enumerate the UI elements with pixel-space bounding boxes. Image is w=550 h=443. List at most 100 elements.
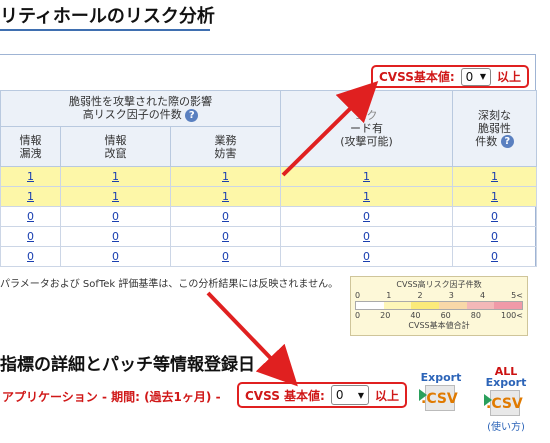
legend-swatch xyxy=(466,302,495,309)
page-title: リティホールのリスク分析 xyxy=(0,6,215,27)
impact-group-label: 高リスク因子の件数 xyxy=(82,108,182,122)
cvss-select-bottom[interactable]: 0 ▼ xyxy=(330,385,369,405)
severe-line2: 脆弱性 xyxy=(478,121,511,135)
count-link[interactable]: 0 xyxy=(222,230,229,243)
count-link[interactable]: 0 xyxy=(112,230,119,243)
table-cell: 1 xyxy=(0,166,61,187)
table-cell: 0 xyxy=(280,226,453,247)
legend-tick: 4 xyxy=(479,291,486,300)
cvss-filter-bottom: CVSS 基本値: 0 ▼ 以上 xyxy=(237,382,407,408)
risk-table: 脆弱性を攻撃された際の影響 高リスク因子の件数 ? エク ード有 (攻撃可能) … xyxy=(0,90,537,267)
table-cell: 0 xyxy=(60,206,171,227)
table-cell: 0 xyxy=(0,226,61,247)
count-link[interactable]: 0 xyxy=(222,250,229,263)
count-link[interactable]: 1 xyxy=(491,170,498,183)
count-link[interactable]: 0 xyxy=(363,250,370,263)
section-heading: 指標の詳細とパッチ等情報登録日 xyxy=(0,355,255,375)
table-row: 0 0 0 0 0 xyxy=(0,226,537,247)
cvss-label: CVSS基本値: xyxy=(379,70,455,84)
exploit-col-line1: エク xyxy=(355,109,378,122)
cvss-filter-top: CVSS基本値: 0 ▼ 以上 xyxy=(371,65,529,88)
export-csv-button[interactable]: Export .CSV xyxy=(416,372,466,411)
impact-group-header: 脆弱性を攻撃された際の影響 高リスク因子の件数 ? xyxy=(0,90,281,127)
legend-tick: 20 xyxy=(380,311,391,320)
table-cell: 0 xyxy=(452,226,537,247)
table-row: 0 0 0 0 0 xyxy=(0,246,537,267)
count-link[interactable]: 0 xyxy=(491,230,498,243)
table-cell: 0 xyxy=(0,206,61,227)
count-link[interactable]: 0 xyxy=(363,230,370,243)
legend-tick: 1 xyxy=(386,291,392,300)
table-cell: 0 xyxy=(452,246,537,267)
col-info-leak: 情報 漏洩 xyxy=(0,126,61,167)
count-link[interactable]: 1 xyxy=(222,170,229,183)
table-cell: 0 xyxy=(280,206,453,227)
count-link[interactable]: 0 xyxy=(27,250,34,263)
count-link[interactable]: 0 xyxy=(112,210,119,223)
legend-tick: 60 xyxy=(440,311,451,320)
legend-tick: 0 xyxy=(355,291,361,300)
col-dos: 業務 妨害 xyxy=(170,126,281,167)
count-link[interactable]: 0 xyxy=(222,210,229,223)
help-icon[interactable]: ? xyxy=(500,135,514,149)
csv-ext: .CSV xyxy=(421,391,458,407)
usage-link[interactable]: (使い方) xyxy=(478,418,534,433)
table-cell: 1 xyxy=(452,166,537,187)
legend-swatch xyxy=(383,302,412,309)
legend-footer: CVSS基本値合計 xyxy=(408,321,470,330)
table-cell: 1 xyxy=(280,166,453,187)
legend-tick: 100< xyxy=(501,311,523,320)
count-link[interactable]: 1 xyxy=(363,190,370,203)
count-link[interactable]: 0 xyxy=(491,210,498,223)
severe-col-header: 深刻な 脆弱性 件数 ? xyxy=(452,90,537,167)
exploit-col-line2: ード有 xyxy=(350,122,383,135)
export-all-csv-button[interactable]: ALL Export .CSV (使い方) xyxy=(478,366,534,433)
count-link[interactable]: 1 xyxy=(27,190,34,203)
count-link[interactable]: 1 xyxy=(491,190,498,203)
export-label: Export xyxy=(420,371,462,384)
table-cell: 1 xyxy=(170,166,281,187)
count-link[interactable]: 0 xyxy=(363,210,370,223)
csv-file-icon: .CSV xyxy=(484,390,528,416)
severe-line1: 深刻な xyxy=(478,108,511,122)
legend-tick: 0 xyxy=(355,311,361,320)
table-cell: 0 xyxy=(60,226,171,247)
export-all-label: Export xyxy=(485,376,527,389)
table-cell: 1 xyxy=(0,186,61,207)
legend-swatch xyxy=(411,302,440,309)
legend-bottom-scale: 0 20 40 60 80 100< xyxy=(351,311,527,320)
count-link[interactable]: 1 xyxy=(222,190,229,203)
count-link[interactable]: 0 xyxy=(491,250,498,263)
count-link[interactable]: 0 xyxy=(112,250,119,263)
cvss-select[interactable]: 0 ▼ xyxy=(460,67,491,86)
cvss-legend: CVSS高リスク因子件数 0 1 2 3 4 5< 0 20 40 60 80 100< CVSS基… xyxy=(350,276,528,336)
table-row: 1 1 1 1 1 xyxy=(0,166,537,187)
severe-line3: 件数 ? xyxy=(454,135,536,149)
legend-swatch xyxy=(494,302,523,309)
count-link[interactable]: 1 xyxy=(112,170,119,183)
count-link[interactable]: 0 xyxy=(27,230,34,243)
table-cell: 0 xyxy=(170,226,281,247)
table-row: 0 0 0 0 0 xyxy=(0,206,537,227)
cvss-select-value: 0 xyxy=(465,69,474,84)
legend-tick: 5< xyxy=(511,291,523,300)
legend-swatch xyxy=(356,302,384,309)
table-cell: 0 xyxy=(170,246,281,267)
col-info-tamper: 情報 改竄 xyxy=(60,126,171,167)
cvss-suffix: 以上 xyxy=(496,70,521,84)
count-link[interactable]: 0 xyxy=(27,210,34,223)
cvss-label-bottom: CVSS 基本値: xyxy=(245,388,325,403)
help-icon[interactable]: ? xyxy=(185,108,199,122)
col-info-leak-l1: 情報 xyxy=(19,133,42,147)
count-link[interactable]: 1 xyxy=(27,170,34,183)
legend-tick: 2 xyxy=(417,291,423,300)
table-cell: 0 xyxy=(280,246,453,267)
legend-title: CVSS高リスク因子件数 xyxy=(396,280,482,289)
cvss-select-bottom-value: 0 xyxy=(335,388,344,402)
legend-color-bar xyxy=(355,301,523,310)
count-link[interactable]: 1 xyxy=(112,190,119,203)
chevron-down-icon: ▼ xyxy=(357,390,364,400)
count-link[interactable]: 1 xyxy=(363,170,370,183)
title-underline xyxy=(0,29,210,31)
exploit-col-header: エク ード有 (攻撃可能) xyxy=(280,90,453,167)
